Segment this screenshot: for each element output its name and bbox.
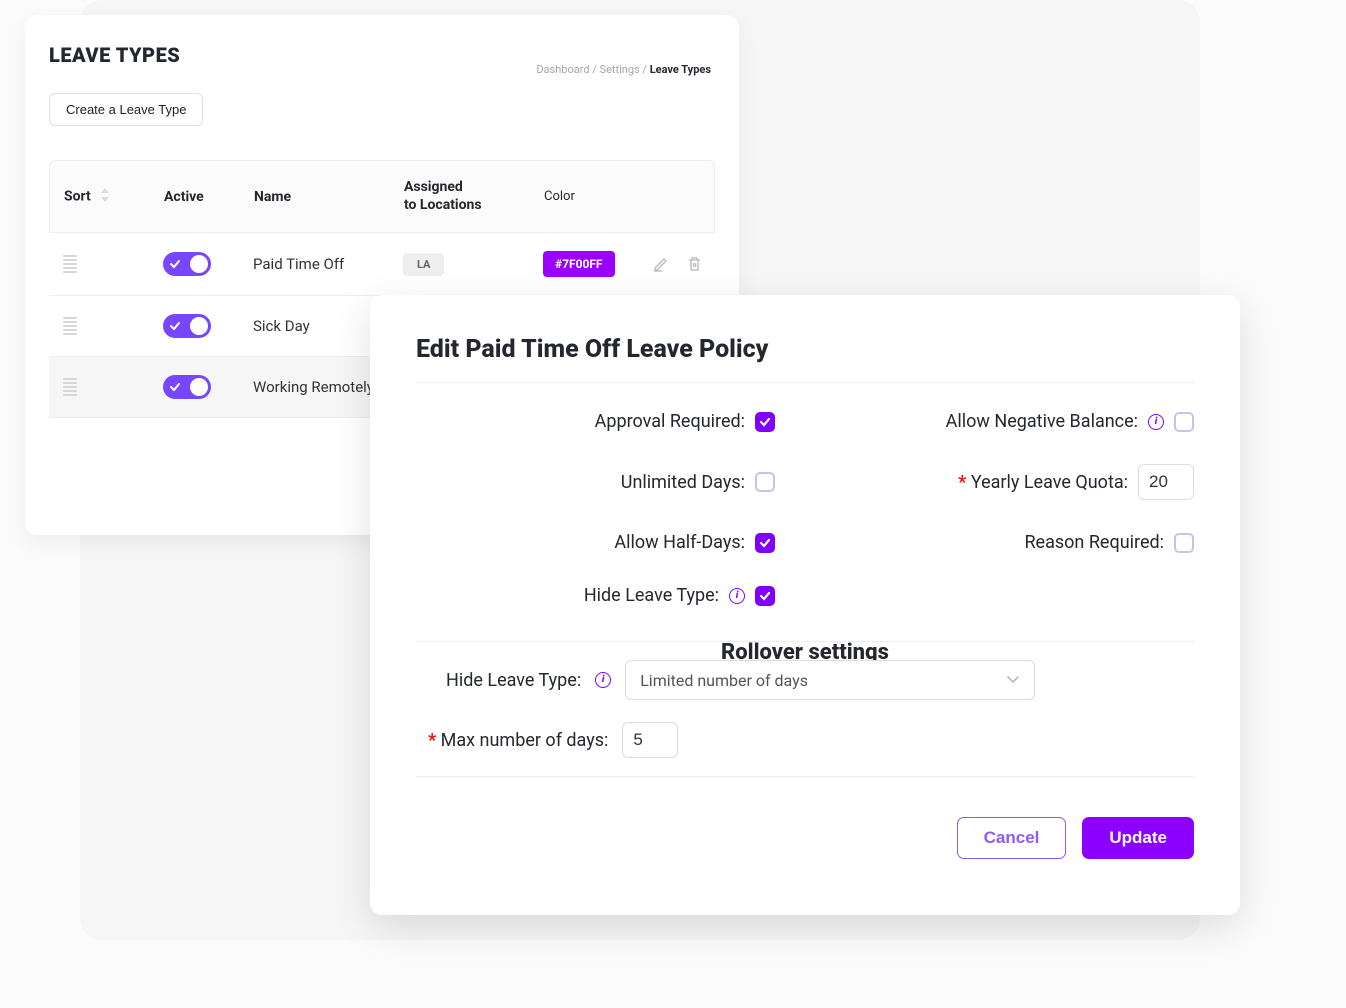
hide-leave-type-label: Hide Leave Type: — [584, 585, 719, 606]
cancel-button[interactable]: Cancel — [957, 817, 1067, 859]
allow-negative-checkbox[interactable] — [1174, 412, 1194, 432]
approval-required-checkbox[interactable] — [755, 412, 775, 432]
location-tag: LA — [403, 253, 444, 276]
breadcrumb: Dashboard / Settings / Leave Types — [536, 63, 711, 76]
table-header: Sort Active Name Assignedto Locations Co… — [49, 160, 715, 233]
approval-required-label: Approval Required: — [595, 411, 745, 432]
sort-icon[interactable] — [100, 188, 110, 206]
edit-icon[interactable] — [653, 256, 669, 272]
rollover-type-select[interactable]: Limited number of days — [625, 660, 1035, 700]
allow-negative-label: Allow Negative Balance: — [946, 411, 1138, 432]
unlimited-days-label: Unlimited Days: — [621, 472, 745, 493]
info-icon[interactable]: i — [595, 672, 611, 688]
breadcrumb-item[interactable]: Dashboard — [536, 63, 589, 76]
drag-handle-icon[interactable] — [63, 378, 163, 396]
breadcrumb-current: Leave Types — [650, 63, 711, 76]
reason-required-label: Reason Required: — [1024, 532, 1164, 553]
yearly-quota-label: Yearly Leave Quota: — [958, 472, 1128, 493]
active-toggle[interactable] — [163, 375, 211, 399]
trash-icon[interactable] — [687, 256, 702, 272]
unlimited-days-checkbox[interactable] — [755, 472, 775, 492]
yearly-quota-input[interactable] — [1138, 464, 1194, 500]
col-color: Color — [544, 189, 654, 204]
col-active: Active — [164, 189, 254, 205]
allow-half-days-checkbox[interactable] — [755, 533, 775, 553]
modal-title: Edit Paid Time Off Leave Policy — [416, 335, 1194, 364]
table-row: Paid Time Off LA #7F00FF — [49, 233, 715, 296]
info-icon[interactable]: i — [729, 588, 745, 604]
rollover-type-label: Hide Leave Type: — [446, 670, 581, 691]
col-name: Name — [254, 189, 404, 205]
create-leave-type-button[interactable]: Create a Leave Type — [49, 93, 203, 126]
reason-required-checkbox[interactable] — [1174, 533, 1194, 553]
allow-half-days-label: Allow Half-Days: — [614, 532, 745, 553]
chevron-down-icon — [1006, 675, 1020, 685]
row-name: Paid Time Off — [253, 255, 403, 273]
drag-handle-icon[interactable] — [63, 317, 163, 335]
edit-policy-modal: Edit Paid Time Off Leave Policy Approval… — [370, 295, 1240, 915]
select-value: Limited number of days — [640, 671, 808, 690]
update-button[interactable]: Update — [1082, 817, 1194, 859]
color-swatch: #7F00FF — [543, 251, 615, 277]
drag-handle-icon[interactable] — [63, 255, 163, 273]
col-sort: Sort — [64, 188, 91, 204]
info-icon[interactable]: i — [1148, 414, 1164, 430]
max-days-input[interactable] — [622, 722, 678, 758]
max-days-label: Max number of days: — [428, 730, 608, 751]
active-toggle[interactable] — [163, 314, 211, 338]
hide-leave-type-checkbox[interactable] — [755, 586, 775, 606]
breadcrumb-item[interactable]: Settings — [600, 63, 640, 76]
col-assigned: Assignedto Locations — [404, 179, 544, 214]
active-toggle[interactable] — [163, 252, 211, 276]
